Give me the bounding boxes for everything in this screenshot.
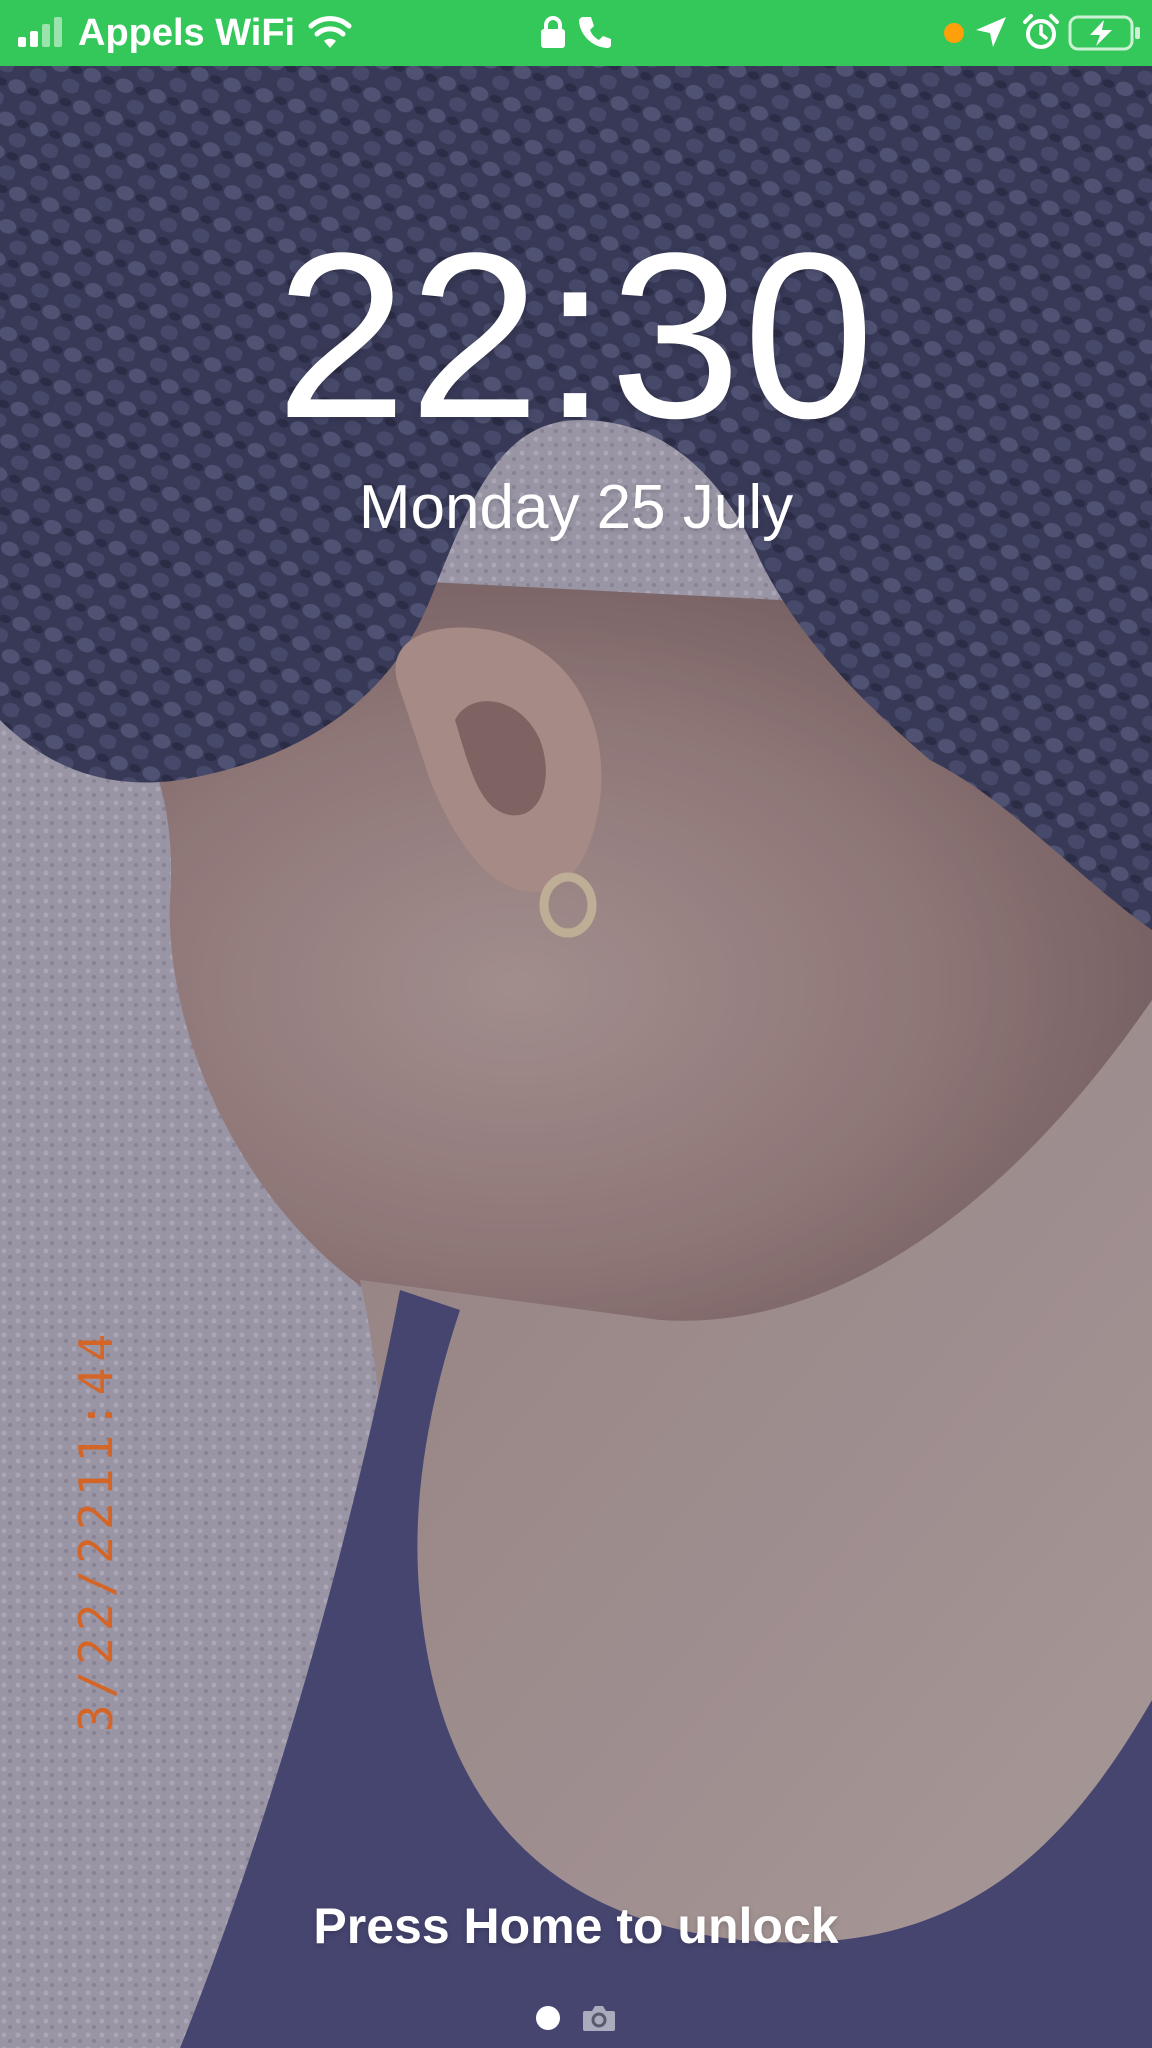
wifi-icon bbox=[308, 16, 352, 48]
page-dot-active bbox=[536, 2006, 560, 2030]
location-icon bbox=[976, 17, 1006, 47]
page-indicator bbox=[0, 2000, 1152, 2036]
phone-icon bbox=[579, 17, 611, 48]
signal-icon bbox=[18, 17, 62, 47]
lock-icon bbox=[541, 16, 565, 48]
battery-charging-icon bbox=[1068, 15, 1140, 51]
status-bar: Appels WiFi bbox=[0, 0, 1152, 66]
lock-screen: Appels WiFi 22:30 Monday 25 July 3/22/22… bbox=[0, 0, 1152, 2048]
mic-indicator-dot bbox=[944, 23, 964, 43]
photo-date-stamp: 3/22/2211:44 bbox=[69, 1327, 123, 1733]
alarm-icon bbox=[1023, 14, 1059, 49]
lock-screen-date: Monday 25 July bbox=[358, 473, 794, 542]
camera-icon[interactable] bbox=[582, 2004, 616, 2032]
carrier-name: Appels WiFi bbox=[78, 12, 296, 54]
lock-screen-time: 22:30 bbox=[275, 204, 877, 468]
unlock-hint: Press Home to unlock bbox=[313, 1898, 839, 1954]
